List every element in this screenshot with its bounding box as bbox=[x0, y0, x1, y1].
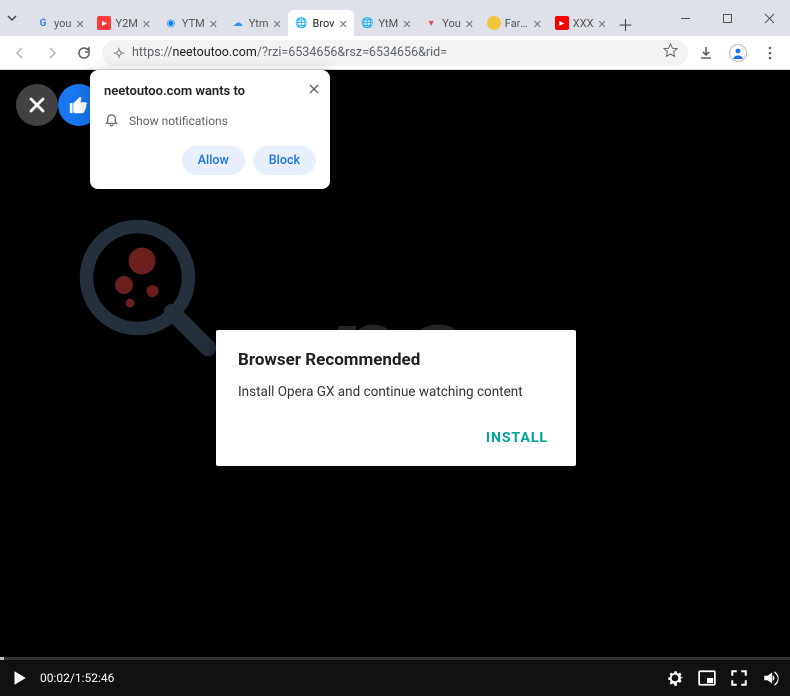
notification-close-button[interactable] bbox=[308, 80, 320, 99]
maximize-button[interactable] bbox=[706, 0, 748, 36]
tab-label: Ytm bbox=[249, 17, 269, 30]
video-controls-bar: 00:02/1:52:46 bbox=[0, 660, 790, 696]
tab-3[interactable]: ☁ Ytm✕ bbox=[225, 10, 289, 36]
bookmark-star-icon[interactable] bbox=[663, 43, 678, 62]
tab-0[interactable]: Gyou ✕ bbox=[30, 10, 91, 36]
page-close-button[interactable] bbox=[16, 84, 58, 126]
video-time: 00:02/1:52:46 bbox=[40, 671, 114, 685]
v-icon: ▾ bbox=[424, 16, 438, 30]
forward-button[interactable] bbox=[38, 39, 66, 67]
tab-8[interactable]: ▸ XXX ✕ bbox=[549, 10, 614, 36]
tab-label: XXX bbox=[573, 17, 594, 30]
close-icon[interactable]: ✕ bbox=[598, 18, 608, 28]
close-icon[interactable]: ✕ bbox=[465, 18, 475, 28]
url-text: https://neetoutoo.com/?rzi=6534656&rsz=6… bbox=[132, 45, 447, 60]
close-window-button[interactable] bbox=[748, 0, 790, 36]
globe-icon: 🌐 bbox=[360, 16, 374, 30]
tab-label: YTM bbox=[182, 17, 205, 30]
cloud-icon: ☁ bbox=[231, 16, 245, 30]
close-icon[interactable]: ✕ bbox=[142, 18, 152, 28]
tab-label: you bbox=[54, 17, 71, 30]
notification-body-row: Show notifications bbox=[104, 113, 316, 128]
close-icon[interactable]: ✕ bbox=[75, 18, 85, 28]
profile-avatar-icon[interactable] bbox=[724, 39, 752, 67]
close-icon[interactable]: ✕ bbox=[533, 18, 543, 28]
browser-recommended-dialog: Browser Recommended Install Opera GX and… bbox=[216, 330, 576, 466]
notification-title: neetoutoo.com wants to bbox=[104, 84, 316, 99]
new-tab-button[interactable]: ＋ bbox=[614, 12, 638, 36]
messenger-icon: ◉ bbox=[164, 16, 178, 30]
tab-5[interactable]: 🌐 YtM ✕ bbox=[354, 10, 418, 36]
browser-titlebar: Gyou✕ ▸Y2M✕ ◉YTM✕ ☁Ytm✕ 🌐Brov✕ 🌐YtM✕ ▾Yo… bbox=[0, 0, 790, 36]
tab-4-active[interactable]: 🌐 Brov ✕ bbox=[288, 10, 354, 36]
dialog-title: Browser Recommended bbox=[238, 350, 554, 370]
block-button[interactable]: Block bbox=[253, 146, 316, 175]
tab-2[interactable]: ◉ YTM ✕ bbox=[158, 10, 225, 36]
bell-icon bbox=[104, 113, 119, 128]
tab-search-dropdown[interactable] bbox=[0, 0, 24, 36]
page-content: pc risk.com neetoutoo.com wants to Show … bbox=[0, 70, 790, 696]
close-icon[interactable]: ✕ bbox=[338, 18, 348, 28]
volume-icon[interactable] bbox=[762, 669, 780, 687]
menu-icon[interactable] bbox=[756, 39, 784, 67]
settings-gear-icon[interactable] bbox=[666, 669, 684, 687]
notification-body-text: Show notifications bbox=[129, 114, 228, 128]
close-icon[interactable]: ✕ bbox=[272, 18, 282, 28]
pip-icon[interactable] bbox=[698, 669, 716, 687]
tab-label: Farm bbox=[505, 17, 529, 30]
fullscreen-icon[interactable] bbox=[730, 669, 748, 687]
window-controls bbox=[664, 0, 790, 36]
google-icon: G bbox=[36, 16, 50, 30]
tab-label: You bbox=[442, 17, 461, 30]
tab-label: Y2M bbox=[115, 17, 137, 30]
address-bar: https://neetoutoo.com/?rzi=6534656&rsz=6… bbox=[0, 36, 790, 70]
url-input[interactable]: https://neetoutoo.com/?rzi=6534656&rsz=6… bbox=[102, 40, 688, 66]
close-icon[interactable]: ✕ bbox=[402, 18, 412, 28]
youtube-icon: ▸ bbox=[555, 16, 569, 30]
tab-strip: Gyou✕ ▸Y2M✕ ◉YTM✕ ☁Ytm✕ 🌐Brov✕ 🌐YtM✕ ▾Yo… bbox=[24, 0, 664, 36]
tab-label: Brov bbox=[312, 17, 334, 30]
downloads-icon[interactable] bbox=[692, 39, 720, 67]
play-icon[interactable] bbox=[10, 669, 28, 687]
thumbs-up-icon bbox=[68, 94, 90, 116]
back-button[interactable] bbox=[6, 39, 34, 67]
farm-icon bbox=[487, 16, 501, 30]
reload-button[interactable] bbox=[70, 39, 98, 67]
tab-7[interactable]: Farm ✕ bbox=[481, 10, 549, 36]
tab-1[interactable]: ▸ Y2M ✕ bbox=[91, 10, 157, 36]
site-settings-icon[interactable] bbox=[112, 46, 126, 60]
minimize-button[interactable] bbox=[664, 0, 706, 36]
globe-icon: 🌐 bbox=[294, 16, 308, 30]
notification-permission-popup: neetoutoo.com wants to Show notification… bbox=[90, 70, 330, 189]
install-button[interactable]: INSTALL bbox=[480, 426, 554, 450]
tab-label: YtM bbox=[378, 17, 398, 30]
close-icon[interactable]: ✕ bbox=[209, 18, 219, 28]
dialog-body: Install Opera GX and continue watching c… bbox=[238, 384, 554, 400]
tab-6[interactable]: ▾ You ✕ bbox=[418, 10, 481, 36]
allow-button[interactable]: Allow bbox=[182, 146, 245, 175]
y2m-icon: ▸ bbox=[97, 16, 111, 30]
